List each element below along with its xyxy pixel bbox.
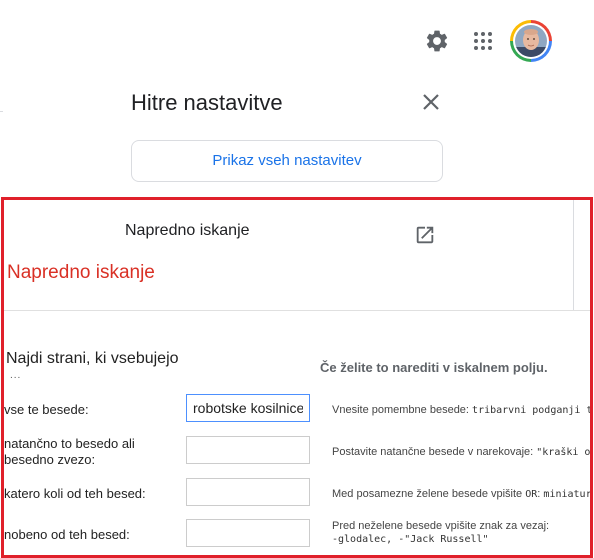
quick-settings-title: Hitre nastavitve [131,90,283,115]
hint-example: -glodalec, -"Jack Russell" [332,534,489,545]
hint-text: Postavite natančne besede v narekovaje: [332,446,534,458]
hint-all-words: Vnesite pomembne besede: tribarvni podga… [332,404,593,416]
ellipsis: ... [10,370,22,381]
advanced-search-row-label[interactable]: Napredno iskanje [125,222,250,240]
hint-text: Med posamezne želene besede vpišite [332,488,523,500]
divider [4,310,590,311]
hint-example: "kraški o [536,447,591,458]
apps-grid-icon[interactable] [471,29,495,53]
see-all-settings-button[interactable]: Prikaz vseh nastavitev [131,140,443,182]
exact-phrase-input[interactable] [186,436,310,464]
hint-any-words: Med posamezne želene besede vpišite OR: … [332,488,592,500]
hint-none-words: Pred neželene besede vpišite znak za vez… [332,520,549,546]
highlight-frame: Napredno iskanje Napredno iskanje Najdi … [1,197,593,558]
divider [0,111,3,112]
none-words-label: nobeno od teh besed: [4,527,130,542]
advanced-search-heading: Napredno iskanje [7,262,155,283]
account-avatar[interactable] [510,20,552,62]
divider [573,200,574,310]
all-words-label: vse te besede: [4,402,89,417]
hint-exact-phrase: Postavite natančne besede v narekovaje: … [332,446,590,458]
hint-column-title: Če želite to narediti v iskalnem polju. [320,360,548,375]
open-in-new-icon[interactable] [414,224,436,246]
any-words-input[interactable] [186,478,310,506]
gear-icon[interactable] [424,28,450,54]
avatar-photo [515,25,547,57]
hint-example: tribarvni podganji t [472,405,593,416]
close-icon[interactable] [419,90,443,114]
section-title: Najdi strani, ki vsebujejo [6,350,179,367]
none-words-input[interactable] [186,519,310,547]
hint-text: : [537,488,541,500]
any-words-label: katero koli od teh besed: [4,486,146,501]
hint-example: miniatur [543,489,592,500]
hint-text: Vnesite pomembne besede: [332,404,469,416]
hint-or-operator: OR [525,489,538,500]
exact-phrase-label: natančno to besedo ali besedno zvezo: [4,436,135,467]
hint-text: Pred neželene besede vpišite znak za vez… [332,520,550,532]
all-words-input[interactable] [186,394,310,422]
